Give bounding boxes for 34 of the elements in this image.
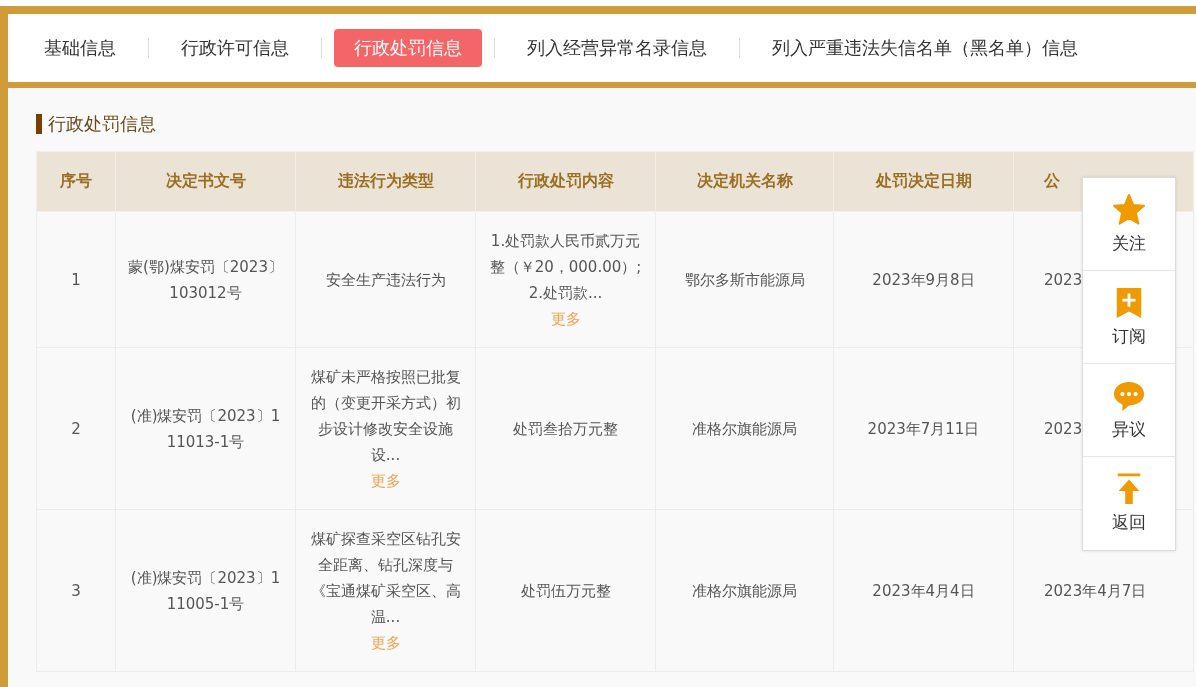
table-cell: 处罚伍万元整 bbox=[520, 581, 611, 600]
table-cell: 安全生产违法行为 bbox=[325, 270, 446, 289]
table-cell: 鄂尔多斯市能源局 bbox=[655, 211, 834, 348]
table-cell: 准格尔旗能源局 bbox=[655, 509, 834, 672]
chat-bubble-icon bbox=[1113, 379, 1145, 412]
star-icon bbox=[1113, 193, 1145, 226]
menu-item[interactable]: 订阅 bbox=[1083, 271, 1175, 364]
menu-item[interactable]: 异议 bbox=[1083, 364, 1175, 457]
section-title: 行政处罚信息 bbox=[36, 114, 1196, 134]
tab[interactable]: 行政许可信息 bbox=[161, 29, 309, 67]
table-cell: 1.处罚款人民币贰万元整（￥20，000.00）;2.处罚款... bbox=[489, 231, 642, 302]
table-cell: 蒙(鄂)煤安罚〔2023〕103012号 bbox=[115, 211, 296, 348]
table-cell: (准)煤安罚〔2023〕111005-1号 bbox=[115, 509, 296, 672]
table-cell: 3 bbox=[36, 509, 116, 672]
menu-item[interactable]: 关注 bbox=[1083, 178, 1175, 271]
table-cell: 1 bbox=[36, 211, 116, 348]
column-header: 序号 bbox=[36, 151, 116, 212]
column-header: 行政处罚内容 bbox=[475, 151, 656, 212]
table-cell: 煤矿探查采空区钻孔安全距离、钻孔深度与《宝通煤矿采空区、高温... bbox=[310, 529, 461, 626]
table-cell: 处罚叁拾万元整 bbox=[513, 419, 618, 438]
tab[interactable]: 基础信息 bbox=[24, 29, 136, 67]
table-cell: 2023年4月4日 bbox=[833, 509, 1014, 672]
tab[interactable]: 列入严重违法失信名单（黑名单）信息 bbox=[752, 29, 1098, 67]
tab[interactable]: 列入经营异常名录信息 bbox=[507, 29, 727, 67]
table-cell: 煤矿未严格按照已批复的（变更开采方式）初步设计修改安全设施设... bbox=[310, 367, 461, 464]
column-header: 决定机关名称 bbox=[655, 151, 834, 212]
column-header: 处罚决定日期 bbox=[833, 151, 1014, 212]
table-cell: 2023年7月11日 bbox=[833, 347, 1014, 510]
table-cell: 准格尔旗能源局 bbox=[655, 347, 834, 510]
column-header: 违法行为类型 bbox=[295, 151, 476, 212]
table-cell: (准)煤安罚〔2023〕111013-1号 bbox=[115, 347, 296, 510]
table-cell: 2023年9月8日 bbox=[833, 211, 1014, 348]
column-header: 决定书文号 bbox=[115, 151, 296, 212]
table-cell: 2 bbox=[36, 347, 116, 510]
